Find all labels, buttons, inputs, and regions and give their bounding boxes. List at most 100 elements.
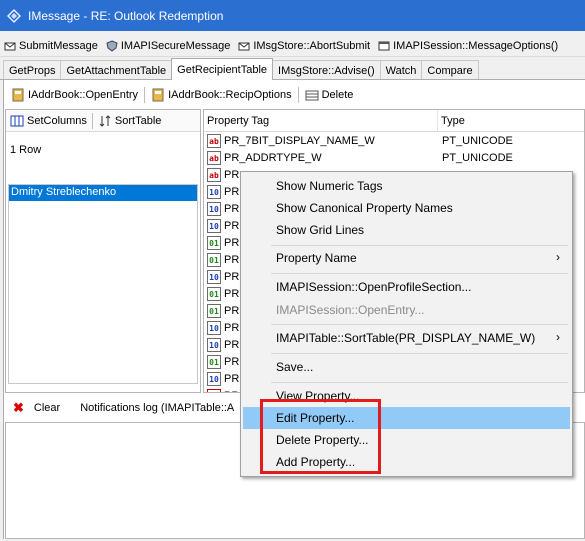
chevron-right-icon: › xyxy=(556,330,560,344)
tab-advise[interactable]: IMsgStore::Advise() xyxy=(272,60,381,80)
menu-item-open-profile-section[interactable]: IMAPISession::OpenProfileSection... xyxy=(243,276,570,298)
message-options-button[interactable]: IMAPISession::MessageOptions() xyxy=(378,40,558,52)
property-tag-text: PR xyxy=(224,270,240,283)
property-tag-text: PR xyxy=(224,321,240,334)
envelope-icon xyxy=(4,42,16,50)
tab-compare[interactable]: Compare xyxy=(421,60,479,80)
highlight-annotation xyxy=(260,399,381,474)
binary-type-icon: 01 xyxy=(207,235,221,250)
grid-header: Property Tag Type xyxy=(204,110,584,132)
menu-item-label: Show Canonical Property Names xyxy=(276,201,453,215)
menu-separator xyxy=(271,324,568,325)
recip-options-label: IAddrBook::RecipOptions xyxy=(168,89,292,101)
delete-button[interactable]: Delete xyxy=(299,88,360,102)
menu-item-save[interactable]: Save... xyxy=(243,356,570,378)
recipient-list: Dmitry Streblechenko xyxy=(8,184,198,384)
cell-type: PT_UNICODE xyxy=(442,151,513,164)
binary-type-icon: 01 xyxy=(207,252,221,267)
property-tag-text: PR xyxy=(224,253,240,266)
abort-submit-label: IMsgStore::AbortSubmit xyxy=(253,39,371,52)
columns-icon xyxy=(10,115,24,126)
string-type-icon: ab xyxy=(207,133,221,148)
tab-watch[interactable]: Watch xyxy=(379,60,423,80)
property-tag-text: PR xyxy=(224,219,240,232)
tab-label: GetRecipientTable xyxy=(177,63,268,76)
sort-table-label: SortTable xyxy=(114,114,162,127)
menu-item-open-entry: IMAPISession::OpenEntry... xyxy=(243,299,570,321)
submit-message-label: SubmitMessage xyxy=(19,39,98,52)
property-tag-text: PR_7BIT_DISPLAY_NAME_W xyxy=(224,134,375,147)
string-type-icon: ab xyxy=(207,167,221,182)
set-columns-label: SetColumns xyxy=(27,114,87,127)
tab-label: Watch xyxy=(385,64,417,77)
table-row[interactable]: ab PR_ADDRTYPE_W PT_UNICODE xyxy=(204,149,584,166)
tab-getattachmenttable[interactable]: GetAttachmentTable xyxy=(60,60,173,80)
clear-button[interactable]: ✖ Clear xyxy=(5,397,68,419)
abort-submit-button[interactable]: IMsgStore::AbortSubmit xyxy=(238,40,370,52)
list-item[interactable]: Dmitry Streblechenko xyxy=(9,185,197,201)
tab-strip: GetProps GetAttachmentTable GetRecipient… xyxy=(0,58,585,80)
numeric-type-icon: 10 xyxy=(207,371,221,386)
main-toolbar: SubmitMessage IMAPISecureMessage IMsgSto… xyxy=(0,35,585,57)
submit-message-button[interactable]: SubmitMessage xyxy=(4,40,98,52)
column-header-type[interactable]: Type xyxy=(438,110,584,131)
binary-type-icon: 01 xyxy=(207,303,221,318)
open-entry-button[interactable]: IAddrBook::OpenEntry xyxy=(5,88,144,102)
property-tag-text: PR xyxy=(224,202,240,215)
table-row[interactable]: ab PR_7BIT_DISPLAY_NAME_W PT_UNICODE xyxy=(204,132,584,149)
property-tag-text: PR xyxy=(224,390,239,393)
binary-type-icon: 01 xyxy=(207,286,221,301)
menu-item-show-grid-lines[interactable]: Show Grid Lines xyxy=(243,219,570,241)
open-entry-label: IAddrBook::OpenEntry xyxy=(28,89,139,101)
secure-message-button[interactable]: IMAPISecureMessage xyxy=(106,40,230,52)
tab-getprops[interactable]: GetProps xyxy=(3,60,62,80)
tab-label: Compare xyxy=(427,64,473,77)
numeric-type-icon: 10 xyxy=(207,337,221,352)
app-icon xyxy=(7,8,21,23)
menu-item-label: Property Name xyxy=(276,251,357,265)
property-tag-text: PR xyxy=(224,185,240,198)
menu-separator xyxy=(271,382,568,383)
menu-item-show-numeric-tags[interactable]: Show Numeric Tags xyxy=(243,175,570,197)
menu-item-label: IMAPISession::OpenEntry... xyxy=(276,303,425,317)
menu-item-property-name[interactable]: Property Name › xyxy=(243,247,570,269)
cell-property-tag: ab PR_7BIT_DISPLAY_NAME_W xyxy=(204,133,439,148)
menu-item-sort-table[interactable]: IMAPITable::SortTable(PR_DISPLAY_NAME_W)… xyxy=(243,327,570,349)
table-delete-icon xyxy=(305,90,319,101)
delete-x-icon: ✖ xyxy=(13,400,24,415)
title-bar: IMessage - RE: Outlook Redemption xyxy=(0,0,585,31)
property-tag-text: PR xyxy=(224,355,240,368)
recipient-toolbar: IAddrBook::OpenEntry IAddrBook::RecipOpt… xyxy=(5,85,583,105)
row-count: 1 Row xyxy=(10,144,42,156)
menu-item-show-canonical-names[interactable]: Show Canonical Property Names xyxy=(243,197,570,219)
left-toolbar: SetColumns SortTable xyxy=(6,110,200,132)
string-type-icon: ab xyxy=(207,150,221,165)
clear-label: Clear xyxy=(33,402,61,414)
menu-item-label: IMAPITable::SortTable(PR_DISPLAY_NAME_W) xyxy=(276,331,536,345)
sort-icon xyxy=(99,114,111,127)
property-tag-text: PR xyxy=(224,372,240,385)
message-options-label: IMAPISession::MessageOptions() xyxy=(393,39,559,52)
window-icon xyxy=(378,41,390,50)
chevron-right-icon: › xyxy=(556,250,560,264)
tab-label: GetAttachmentTable xyxy=(66,64,167,77)
binary-type-icon: 01 xyxy=(207,354,221,369)
tab-getrecipienttable[interactable]: GetRecipientTable xyxy=(171,58,274,80)
set-columns-button[interactable]: SetColumns xyxy=(10,114,92,128)
recip-options-button[interactable]: IAddrBook::RecipOptions xyxy=(145,88,298,102)
column-header-property-tag[interactable]: Property Tag xyxy=(204,110,438,131)
property-tag-text: PR xyxy=(224,168,240,181)
tab-label: IMsgStore::Advise() xyxy=(278,64,375,77)
numeric-type-icon: 10 xyxy=(207,218,221,233)
window-title: IMessage - RE: Outlook Redemption xyxy=(28,8,224,23)
numeric-type-icon: 10 xyxy=(207,320,221,335)
property-tag-text: PR xyxy=(224,287,240,300)
sort-table-button[interactable]: SortTable xyxy=(93,114,166,128)
envelope-icon xyxy=(238,42,250,50)
numeric-type-icon: 10 xyxy=(207,269,221,284)
property-tag-text: PR_ADDRTYPE_W xyxy=(224,151,322,164)
recipient-list-pane: SetColumns SortTable 1 Row Dmitry Strebl… xyxy=(5,109,201,393)
menu-item-label: Save... xyxy=(276,360,314,374)
menu-item-label: IMAPISession::OpenProfileSection... xyxy=(276,280,472,294)
delete-label: Delete xyxy=(321,89,354,101)
